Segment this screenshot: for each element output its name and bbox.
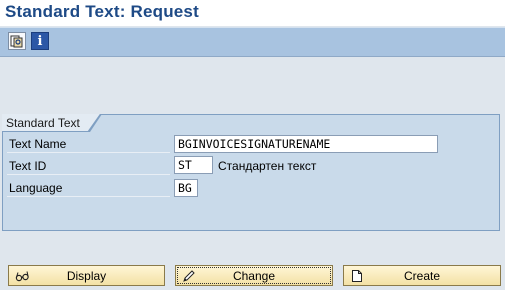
group-title-tab: Standard Text (2, 114, 100, 131)
create-button-label: Create (403, 268, 441, 283)
info-button[interactable]: i (31, 32, 49, 50)
text-name-input[interactable]: BGINVOICESIGNATURENAME (174, 135, 438, 153)
change-button[interactable]: Change (175, 265, 333, 286)
create-button[interactable]: Create (343, 265, 501, 286)
text-id-input[interactable]: ST (174, 156, 213, 174)
other-object-button[interactable] (8, 32, 26, 50)
application-toolbar: i (0, 27, 505, 57)
info-icon: i (37, 33, 43, 49)
language-label: Language (7, 179, 170, 197)
pencil-icon (183, 270, 195, 282)
text-id-label: Text ID (7, 157, 170, 175)
display-button[interactable]: Display (8, 265, 165, 286)
display-button-label: Display (66, 268, 107, 283)
page-title: Standard Text: Request (5, 2, 199, 21)
title-bar: Standard Text: Request (0, 0, 505, 26)
other-object-icon (10, 35, 23, 48)
text-name-label: Text Name (7, 135, 170, 153)
new-document-icon (352, 270, 362, 282)
group-title: Standard Text (6, 116, 80, 130)
change-button-label: Change (232, 268, 276, 283)
text-id-description: Стандартен текст (218, 159, 317, 173)
glasses-icon (15, 271, 29, 282)
language-input[interactable]: BG (174, 179, 198, 197)
